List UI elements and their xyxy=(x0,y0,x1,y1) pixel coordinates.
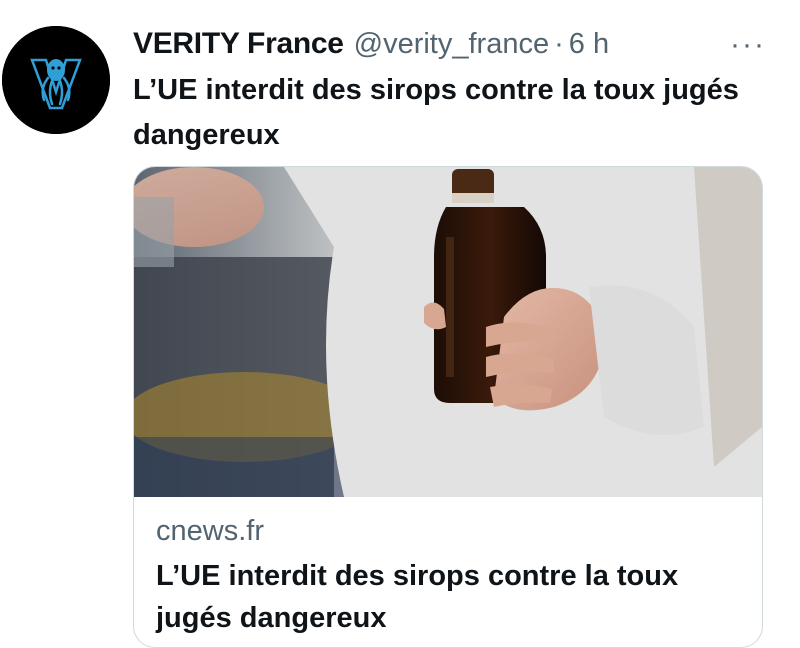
tweet-header: VERITY France @verity_france · 6 h xyxy=(133,26,800,62)
link-card[interactable]: cnews.fr L’UE interdit des sirops contre… xyxy=(133,166,763,648)
octopus-v-logo-icon xyxy=(2,26,110,134)
separator-dot: · xyxy=(554,27,564,60)
tweet-text: L’UE interdit des sirops contre la toux … xyxy=(133,74,739,151)
tweet[interactable]: VERITY France @verity_france · 6 h ··· L… xyxy=(0,0,800,648)
card-domain: cnews.fr xyxy=(156,515,264,547)
card-image[interactable] xyxy=(134,167,762,497)
user-handle[interactable]: @verity_france xyxy=(354,28,549,61)
avatar[interactable] xyxy=(2,26,110,134)
card-title: L’UE interdit des sirops contre la toux … xyxy=(156,560,679,634)
timestamp[interactable]: 6 h xyxy=(569,28,609,61)
more-options-icon[interactable]: ··· xyxy=(720,28,776,62)
hand-holding-syrup-bottle-photo xyxy=(134,167,762,497)
display-name[interactable]: VERITY France xyxy=(133,27,344,61)
